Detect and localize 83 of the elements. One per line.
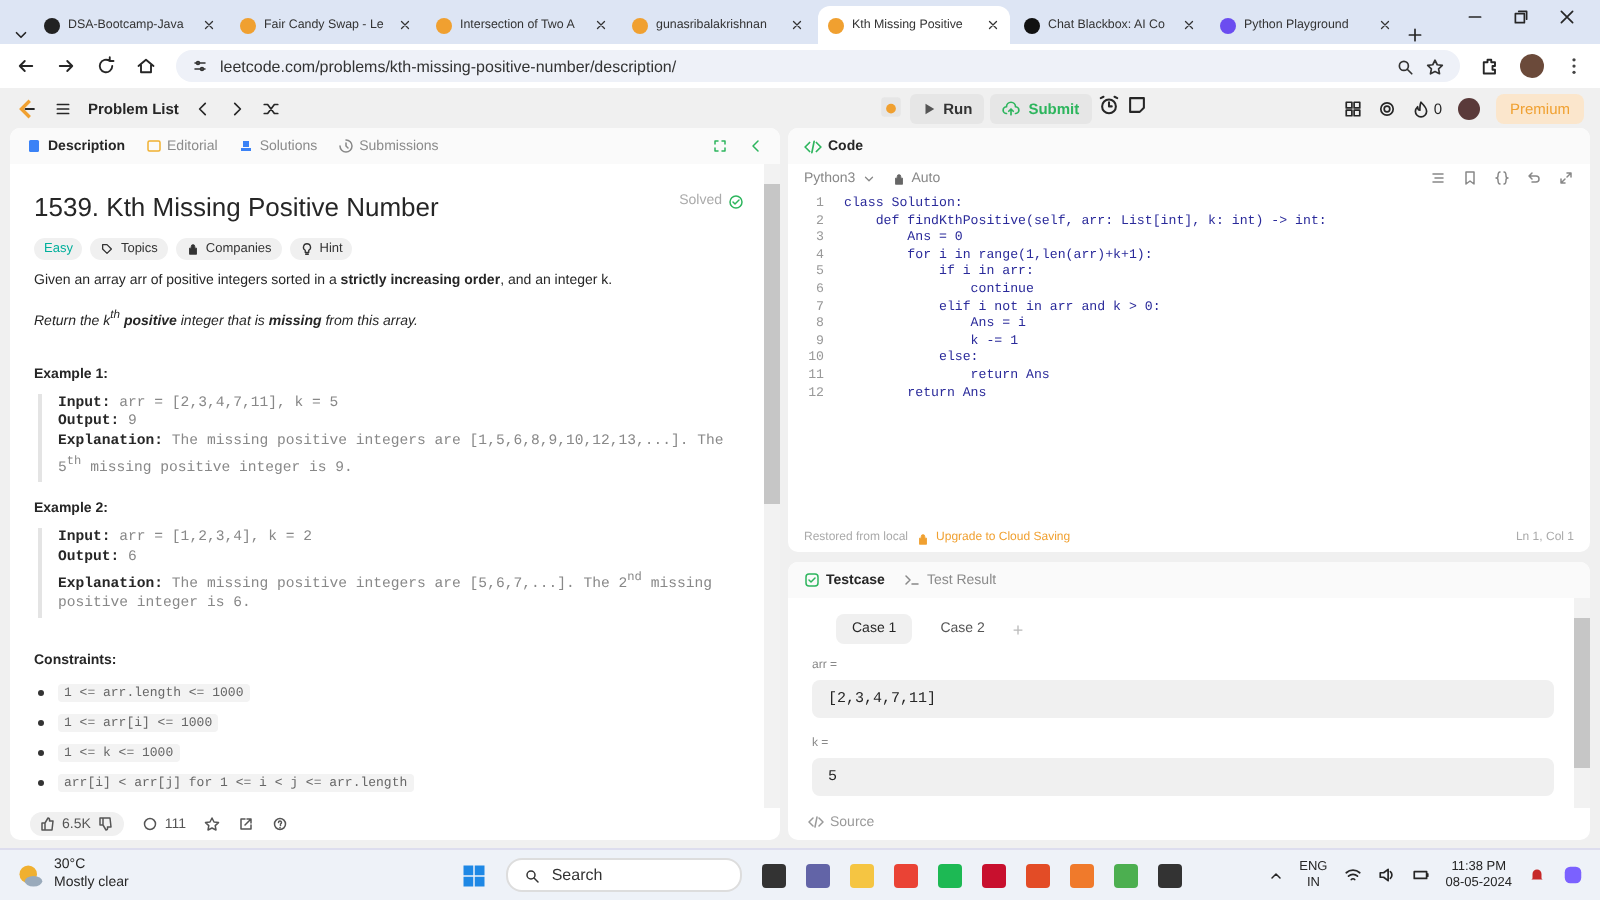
help-icon[interactable]	[272, 816, 289, 832]
app-icon[interactable]	[761, 863, 786, 887]
battery-icon[interactable]	[1411, 866, 1430, 884]
home-icon[interactable]	[136, 56, 156, 76]
site-icon	[828, 17, 844, 33]
new-tab-icon[interactable]	[1406, 26, 1424, 44]
search-field[interactable]: Search	[505, 858, 742, 892]
bell-icon[interactable]	[1528, 866, 1546, 884]
extensions-icon[interactable]	[1480, 56, 1500, 76]
chevron-down-icon	[861, 171, 876, 185]
speaker-icon[interactable]	[1377, 866, 1396, 884]
close-icon[interactable]	[1182, 18, 1196, 32]
collapse-icon[interactable]	[748, 138, 764, 154]
star-icon[interactable]	[204, 816, 221, 832]
app-icon[interactable]	[805, 863, 830, 887]
undo-icon[interactable]	[1526, 170, 1542, 186]
settings-icon[interactable]	[1377, 99, 1396, 117]
close-icon[interactable]	[986, 18, 1000, 32]
bullet	[38, 690, 44, 697]
bulb-icon	[299, 242, 314, 256]
forward-icon[interactable]	[56, 56, 76, 76]
restore-icon[interactable]	[1512, 7, 1530, 25]
next-icon[interactable]	[228, 99, 247, 117]
close-icon[interactable]	[202, 18, 216, 32]
lock-icon	[185, 242, 200, 256]
code-icon	[804, 137, 822, 155]
shuffle-icon[interactable]	[262, 99, 281, 117]
address-bar[interactable]: leetcode.com/problems/kth-missing-positive-number/description/	[176, 50, 1460, 82]
code-icon	[808, 814, 824, 830]
zoom-icon[interactable]	[1396, 57, 1414, 75]
star-icon[interactable]	[1426, 57, 1444, 75]
alarm-icon[interactable]	[1097, 93, 1120, 115]
start-icon[interactable]	[461, 863, 486, 887]
close-icon[interactable]	[1378, 18, 1392, 32]
history-icon	[337, 138, 354, 154]
site-icon	[436, 17, 452, 33]
check-circle-icon	[728, 193, 744, 209]
bullet	[38, 780, 44, 787]
flame-icon	[1411, 99, 1430, 117]
close-icon[interactable]	[398, 18, 412, 32]
bookmark-icon[interactable]	[1462, 170, 1478, 186]
cloud-upload-icon	[1002, 99, 1021, 117]
reload-icon[interactable]	[96, 56, 116, 76]
tab-list-icon[interactable]	[12, 26, 30, 44]
document-icon	[26, 138, 42, 154]
layout-icon[interactable]	[1343, 99, 1362, 117]
check-box-icon	[804, 572, 820, 588]
tag-icon	[100, 242, 115, 256]
thumbs-up-icon	[40, 816, 56, 832]
app-icon[interactable]	[981, 863, 1006, 887]
terminal-icon	[904, 572, 921, 588]
avatar[interactable]	[1457, 97, 1480, 119]
list-icon	[54, 99, 72, 117]
app-icon[interactable]	[1157, 863, 1182, 887]
chevron-up-icon[interactable]	[1267, 867, 1284, 883]
braces-icon[interactable]	[1494, 170, 1510, 186]
site-settings-icon	[192, 58, 208, 74]
site-icon	[1220, 17, 1236, 33]
problem-title: 1539. Kth Missing Positive Number	[34, 192, 439, 222]
wifi-icon[interactable]	[1343, 866, 1362, 884]
site-icon	[632, 17, 648, 33]
site-icon	[240, 17, 256, 33]
bullet	[38, 720, 44, 727]
avatar[interactable]	[1520, 54, 1544, 78]
notes-icon[interactable]	[1125, 93, 1148, 115]
site-icon	[1024, 17, 1040, 33]
scrollbar[interactable]	[1574, 598, 1590, 808]
lock-icon	[916, 531, 931, 545]
site-icon	[44, 17, 60, 33]
search-icon	[523, 867, 540, 883]
close-icon[interactable]	[790, 18, 804, 32]
close-icon[interactable]	[594, 18, 608, 32]
expand-icon[interactable]	[1558, 170, 1574, 186]
book-icon	[145, 138, 162, 154]
close-icon[interactable]	[1558, 7, 1576, 25]
comment-icon	[142, 816, 159, 832]
bullet	[38, 750, 44, 757]
thumbs-down-icon[interactable]	[98, 816, 115, 832]
play-icon	[921, 101, 936, 115]
share-icon[interactable]	[238, 816, 255, 832]
scrollbar[interactable]	[764, 164, 780, 808]
lock-icon	[891, 171, 906, 185]
back-icon[interactable]	[16, 56, 36, 76]
